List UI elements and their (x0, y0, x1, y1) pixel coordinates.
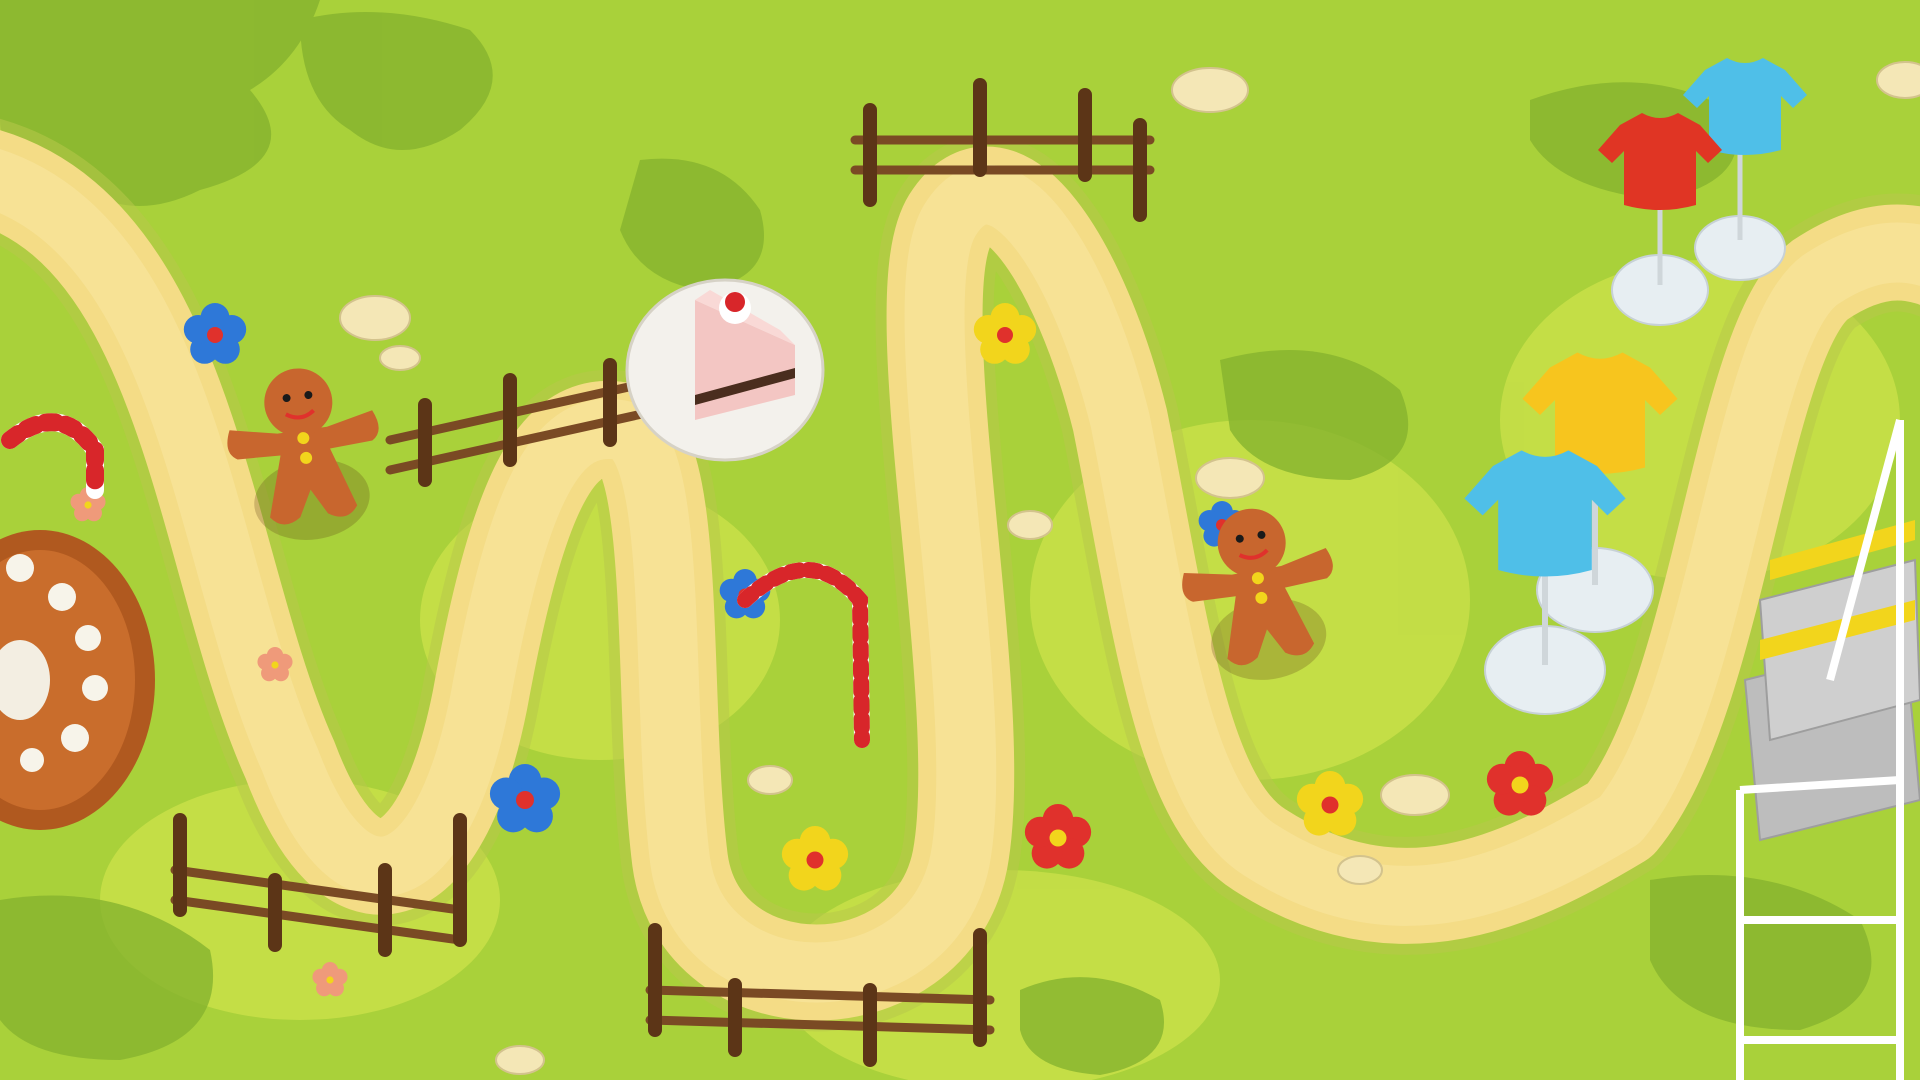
game-board (0, 0, 1920, 1080)
cake-slice-icon (625, 278, 825, 462)
